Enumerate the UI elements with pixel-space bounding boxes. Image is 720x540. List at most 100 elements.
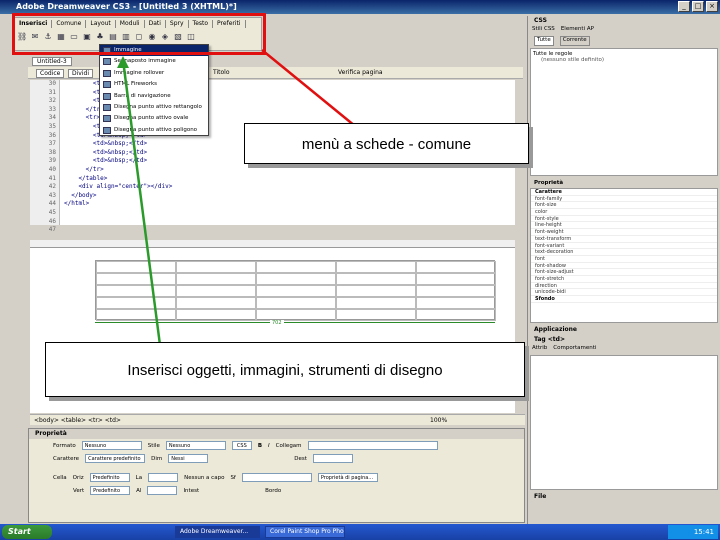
css-property-item[interactable]: text-decoration xyxy=(531,249,717,256)
table-cell[interactable] xyxy=(416,261,496,273)
height-input[interactable] xyxy=(147,486,178,495)
start-button[interactable]: Start xyxy=(2,525,52,539)
table-cell[interactable] xyxy=(416,273,496,285)
table-cell[interactable] xyxy=(96,285,176,297)
table-cell[interactable] xyxy=(336,285,416,297)
css-property-item[interactable]: text-transform xyxy=(531,236,717,243)
line-number: 44 xyxy=(48,200,56,208)
css-property-item[interactable]: font-size xyxy=(531,202,717,210)
close-icon[interactable]: × xyxy=(706,1,718,12)
check-page-button[interactable]: Verifica pagina xyxy=(338,69,383,76)
props-row-font: Carattere Carattere predefinito Dim Ness… xyxy=(29,452,524,465)
css-property-item[interactable]: font-weight xyxy=(531,229,717,236)
css-property-item[interactable]: line-height xyxy=(531,222,717,230)
table-cell[interactable] xyxy=(336,309,416,321)
dropdown-item[interactable]: Segnaposto immagine xyxy=(100,56,208,67)
all-mode-button[interactable]: Tutte xyxy=(534,36,554,46)
table-cell[interactable] xyxy=(96,273,176,285)
css-panel-header[interactable]: CSS xyxy=(528,16,720,26)
dropdown-item-label: HTML Fireworks xyxy=(114,81,158,88)
italic-icon[interactable]: I xyxy=(268,443,270,449)
tag-inspector-header[interactable]: Tag <td> xyxy=(528,335,720,345)
table-cell[interactable] xyxy=(96,309,176,321)
line-number: 40 xyxy=(48,165,56,173)
bold-icon[interactable]: B xyxy=(258,443,262,449)
table-cell[interactable] xyxy=(256,285,336,297)
page-properties-button[interactable]: Proprietà di pagina... xyxy=(317,473,378,482)
font-group-label[interactable]: Carattere xyxy=(531,189,717,196)
tab-css-styles[interactable]: Stili CSS xyxy=(532,26,555,36)
css-property-item[interactable]: font xyxy=(531,256,717,263)
maximize-icon[interactable]: □ xyxy=(692,1,704,12)
style-select[interactable]: Nessuno xyxy=(165,441,226,450)
table-cell[interactable] xyxy=(176,309,256,321)
tab-attributes[interactable]: Attrib xyxy=(532,345,547,355)
document-tab[interactable]: Untitled-3 xyxy=(32,57,72,66)
format-select[interactable]: Nessuno xyxy=(81,441,142,450)
css-rules-box: Tutte le regole (nessuno stile definito) xyxy=(530,48,718,176)
tab-behaviors[interactable]: Comportamenti xyxy=(553,345,596,355)
bg-input[interactable] xyxy=(241,473,312,482)
table-cell[interactable] xyxy=(176,297,256,309)
line-number: 33 xyxy=(48,105,56,113)
table-cell[interactable] xyxy=(256,309,336,321)
table-cell[interactable] xyxy=(336,273,416,285)
css-property-item[interactable]: direction xyxy=(531,283,717,290)
table-cell[interactable] xyxy=(336,261,416,273)
table-cell[interactable] xyxy=(256,273,336,285)
dropdown-item[interactable]: Immagine rollover xyxy=(100,68,208,79)
props-row-cell-horz: Cella Oriz Predefinito La Nessun a capo … xyxy=(29,471,524,484)
zoom-level[interactable]: 100% xyxy=(430,417,447,424)
dropdown-item[interactable]: Disegna punto attivo ovale xyxy=(100,113,208,124)
css-property-item[interactable]: font-style xyxy=(531,216,717,223)
vert-select[interactable]: Predefinito xyxy=(90,486,131,495)
table-cell[interactable] xyxy=(256,297,336,309)
tab-ap-elements[interactable]: Elementi AP xyxy=(561,26,594,36)
horz-select[interactable]: Predefinito xyxy=(89,473,130,482)
tag-selector[interactable]: <body> <table> <tr> <td> xyxy=(34,417,121,424)
line-number: 34 xyxy=(48,114,56,122)
css-button[interactable]: CSS xyxy=(231,441,252,450)
font-select[interactable]: Carattere predefinito xyxy=(85,454,146,463)
table-cell[interactable] xyxy=(416,309,496,321)
table-cell[interactable] xyxy=(176,261,256,273)
properties-panel-header[interactable]: Proprietà xyxy=(29,429,524,439)
target-select[interactable] xyxy=(312,454,353,463)
code-line: </table> xyxy=(64,174,108,182)
files-header[interactable]: File xyxy=(528,492,720,502)
background-group-label[interactable]: Sfondo xyxy=(531,296,717,303)
current-mode-button[interactable]: Corrente xyxy=(559,36,590,46)
minimize-icon[interactable]: _ xyxy=(678,1,690,12)
css-properties-list: Carattere font-family font-size color font-… xyxy=(530,188,718,323)
css-property-item[interactable]: unicode-bidi xyxy=(531,289,717,296)
css-property-item[interactable]: font-variant xyxy=(531,243,717,250)
dropdown-item[interactable]: Disegna punto attivo poligono xyxy=(100,125,208,136)
css-property-item[interactable]: font-stretch xyxy=(531,276,717,283)
table-cell[interactable] xyxy=(176,273,256,285)
dropdown-item[interactable]: HTML Fireworks xyxy=(100,79,208,90)
properties-panel: Proprietà Formato Nessuno Stile Nessuno … xyxy=(28,428,525,523)
code-view-button[interactable]: Codice xyxy=(36,69,65,78)
table-cell[interactable] xyxy=(256,261,336,273)
css-property-item[interactable]: color xyxy=(531,209,717,216)
design-table[interactable] xyxy=(95,260,496,321)
table-cell[interactable] xyxy=(336,297,416,309)
table-cell[interactable] xyxy=(96,261,176,273)
applications-header[interactable]: Applicazione xyxy=(528,325,720,335)
dropdown-item[interactable]: Disegna punto attivo rettangolo xyxy=(100,102,208,113)
taskbar-item-paintshop[interactable]: Corel Paint Shop Pro Pho... xyxy=(265,526,345,538)
taskbar-item-dreamweaver[interactable]: Adobe Dreamweaver... xyxy=(175,526,260,538)
table-cell[interactable] xyxy=(416,297,496,309)
size-select[interactable]: Nessi xyxy=(168,454,209,463)
table-cell[interactable] xyxy=(176,285,256,297)
css-property-item[interactable]: font-shadow xyxy=(531,263,717,270)
split-view-button[interactable]: Dividi xyxy=(68,69,93,78)
css-property-item[interactable]: font-size-adjust xyxy=(531,269,717,276)
table-cell[interactable] xyxy=(416,285,496,297)
table-cell[interactable] xyxy=(96,297,176,309)
link-input[interactable] xyxy=(307,441,438,450)
width-input[interactable] xyxy=(148,473,179,482)
dropdown-item[interactable]: Barra di navigazione xyxy=(100,91,208,102)
css-property-item[interactable]: font-family xyxy=(531,196,717,203)
